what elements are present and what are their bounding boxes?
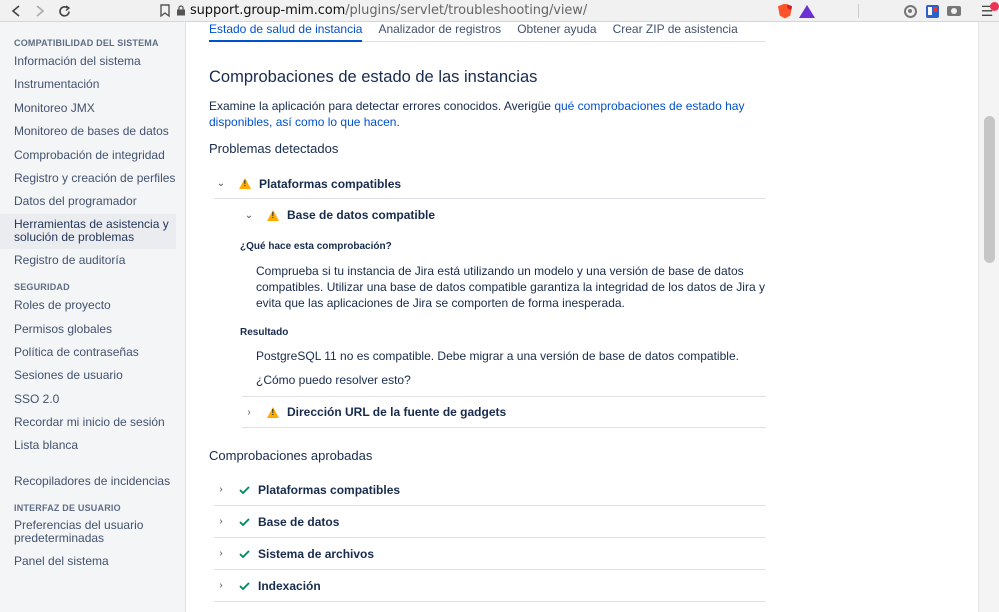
chevron-right-icon: › bbox=[219, 484, 223, 495]
sidebar-item-system-dashboard[interactable]: Panel del sistema bbox=[0, 550, 185, 573]
problem-group-label: Plataformas compatibles bbox=[259, 176, 402, 191]
sidebar-item-integrity[interactable]: Comprobación de integridad bbox=[0, 144, 185, 167]
trello-extension-icon[interactable] bbox=[921, 1, 943, 21]
resolve-link[interactable]: ¿Cómo puedo resolver esto? bbox=[256, 372, 411, 388]
passed-heading: Comprobaciones aprobadas bbox=[209, 448, 373, 463]
scrollbar-thumb[interactable] bbox=[984, 116, 995, 263]
check-icon bbox=[239, 485, 250, 494]
back-icon[interactable] bbox=[6, 1, 26, 21]
sidebar-item-issue-collectors[interactable]: Recopiladores de incidencias bbox=[0, 470, 185, 493]
sidebar-item-audit-log[interactable]: Registro de auditoría bbox=[0, 249, 185, 272]
problems-heading: Problemas detectados bbox=[209, 141, 339, 156]
check-icon bbox=[239, 581, 250, 590]
sidebar-heading-ui: INTERFAZ DE USUARIO bbox=[14, 503, 121, 514]
warning-icon bbox=[267, 209, 279, 221]
screenshot-camera-icon[interactable] bbox=[943, 1, 965, 21]
passed-row[interactable]: › Plataformas compatibles bbox=[214, 474, 766, 506]
brave-shield-icon[interactable]: 4 bbox=[774, 1, 796, 21]
passed-label: Plataformas compatibles bbox=[258, 482, 401, 497]
chevron-right-icon: › bbox=[247, 406, 251, 418]
page-description: Examine la aplicación para detectar erro… bbox=[209, 99, 745, 129]
sidebar-item-system-info[interactable]: Información del sistema bbox=[0, 50, 185, 73]
result-text: PostgreSQL 11 no es compatible. Debe mig… bbox=[256, 349, 739, 363]
url-path: /plugins/servlet/troubleshooting/view/ bbox=[345, 3, 588, 18]
browser-toolbar: support.group-mim.com/plugins/servlet/tr… bbox=[0, 0, 999, 22]
sidebar-item-user-sessions[interactable]: Sesiones de usuario bbox=[0, 364, 185, 387]
admin-sidebar: COMPATIBILIDAD DEL SISTEMA Información d… bbox=[0, 22, 186, 612]
sidebar-item-db-monitoring[interactable]: Monitoreo de bases de datos bbox=[0, 120, 185, 143]
toolbar-divider bbox=[858, 4, 859, 18]
sidebar-item-troubleshooting[interactable]: Herramientas de asistencia y solución de… bbox=[0, 213, 176, 249]
forward-icon[interactable] bbox=[30, 1, 50, 21]
tab-instance-health[interactable]: Estado de salud de instancia bbox=[209, 22, 363, 42]
chevron-right-icon: › bbox=[219, 516, 223, 527]
sidebar-item-password-policy[interactable]: Política de contraseñas bbox=[0, 341, 185, 364]
problem-item2-label: Dirección URL de la fuente de gadgets bbox=[287, 405, 507, 419]
what-heading: ¿Qué hace esta comprobación? bbox=[240, 241, 392, 252]
sidebar-item-remember-me[interactable]: Recordar mi inicio de sesión bbox=[0, 411, 185, 434]
sidebar-heading-system: COMPATIBILIDAD DEL SISTEMA bbox=[14, 38, 159, 48]
chevron-down-icon: ⌄ bbox=[244, 209, 254, 221]
sidebar-item-project-roles[interactable]: Roles de proyecto bbox=[0, 294, 185, 317]
chevron-down-icon: ⌄ bbox=[216, 178, 226, 189]
chevron-right-icon: › bbox=[219, 580, 223, 591]
check-icon bbox=[239, 549, 250, 558]
address-bar[interactable]: support.group-mim.com/plugins/servlet/tr… bbox=[190, 3, 587, 18]
main-content: Estado de salud de instancia Analizador … bbox=[186, 22, 978, 612]
tab-get-help[interactable]: Obtener ayuda bbox=[517, 22, 596, 42]
check-icon bbox=[239, 517, 250, 526]
page-scrollbar[interactable] bbox=[978, 22, 999, 612]
bookmark-icon[interactable] bbox=[160, 4, 170, 20]
sidebar-heading-security: SEGURIDAD bbox=[14, 282, 70, 293]
sidebar-item-logging[interactable]: Registro y creación de perfiles bbox=[0, 167, 185, 190]
extension-circle-icon[interactable] bbox=[899, 1, 921, 21]
sidebar-item-sso[interactable]: SSO 2.0 bbox=[0, 388, 185, 411]
sidebar-item-scheduler[interactable]: Datos del programador bbox=[0, 190, 185, 213]
warning-icon bbox=[239, 178, 251, 189]
tab-bar: Estado de salud de instancia Analizador … bbox=[209, 22, 766, 42]
passed-row[interactable]: › Base de datos bbox=[214, 506, 766, 538]
shield-badge: 4 bbox=[787, 3, 792, 10]
passed-label: Base de datos bbox=[258, 514, 340, 529]
sidebar-item-jmx[interactable]: Monitoreo JMX bbox=[0, 97, 185, 120]
passed-label: Indexación bbox=[258, 578, 321, 593]
lock-icon[interactable] bbox=[176, 5, 186, 16]
result-heading: Resultado bbox=[240, 327, 289, 338]
passed-label: Sistema de archivos bbox=[258, 546, 375, 561]
tab-support-zip[interactable]: Crear ZIP de asistencia bbox=[613, 22, 738, 42]
passed-row[interactable]: › Sistema de archivos bbox=[214, 538, 766, 570]
sidebar-item-whitelist[interactable]: Lista blanca bbox=[0, 434, 185, 457]
reload-icon[interactable] bbox=[54, 1, 74, 21]
tab-log-analyzer[interactable]: Analizador de registros bbox=[378, 22, 501, 42]
problem-item-row[interactable]: ⌄ Base de datos compatible bbox=[242, 200, 766, 230]
problem-group-row[interactable]: ⌄ Plataformas compatibles bbox=[214, 169, 766, 199]
url-domain: support.group-mim.com bbox=[190, 3, 346, 18]
toolbar-separator bbox=[965, 1, 975, 21]
problem-item-label: Base de datos compatible bbox=[287, 208, 436, 222]
chevron-right-icon: › bbox=[219, 548, 223, 559]
page-title: Comprobaciones de estado de las instanci… bbox=[209, 68, 538, 86]
passed-row[interactable]: › Indexación bbox=[214, 570, 766, 602]
what-text: Comprueba si tu instancia de Jira está u… bbox=[256, 264, 765, 310]
warning-icon bbox=[267, 406, 279, 418]
sidebar-item-global-permissions[interactable]: Permisos globales bbox=[0, 318, 185, 341]
sidebar-item-default-preferences[interactable]: Preferencias del usuario predeterminadas bbox=[0, 515, 185, 550]
sidebar-item-instrumentation[interactable]: Instrumentación bbox=[0, 73, 185, 96]
problem-item2-row[interactable]: › Dirección URL de la fuente de gadgets bbox=[242, 396, 766, 428]
brave-rewards-icon[interactable] bbox=[796, 1, 999, 21]
